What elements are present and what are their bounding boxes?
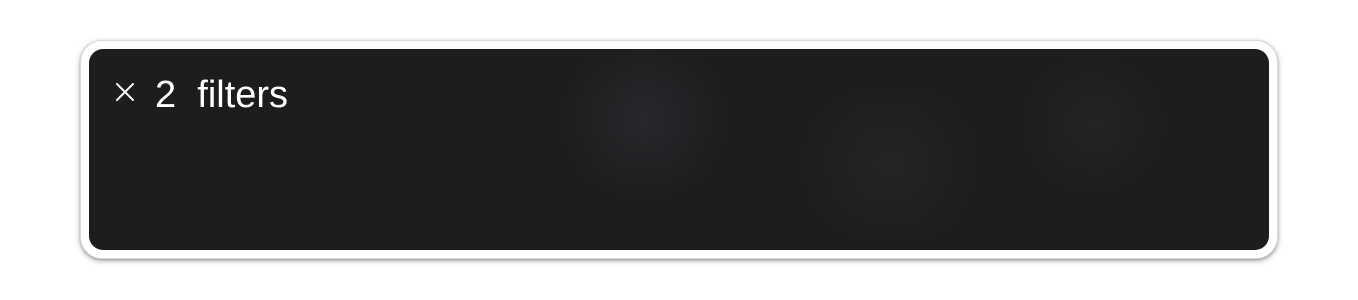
close-icon [116, 83, 134, 101]
filter-panel: 2 filters [89, 49, 1269, 250]
background-glow [559, 49, 729, 199]
filter-window-frame: 2 filters [80, 40, 1278, 259]
filter-summary: 2 filters [113, 71, 288, 119]
filter-spacer [176, 71, 197, 119]
background-glow [789, 89, 989, 239]
filter-count: 2 [155, 74, 177, 116]
filter-label: filters [197, 74, 289, 116]
clear-filters-button[interactable] [113, 80, 137, 104]
background-glow [1019, 59, 1169, 189]
